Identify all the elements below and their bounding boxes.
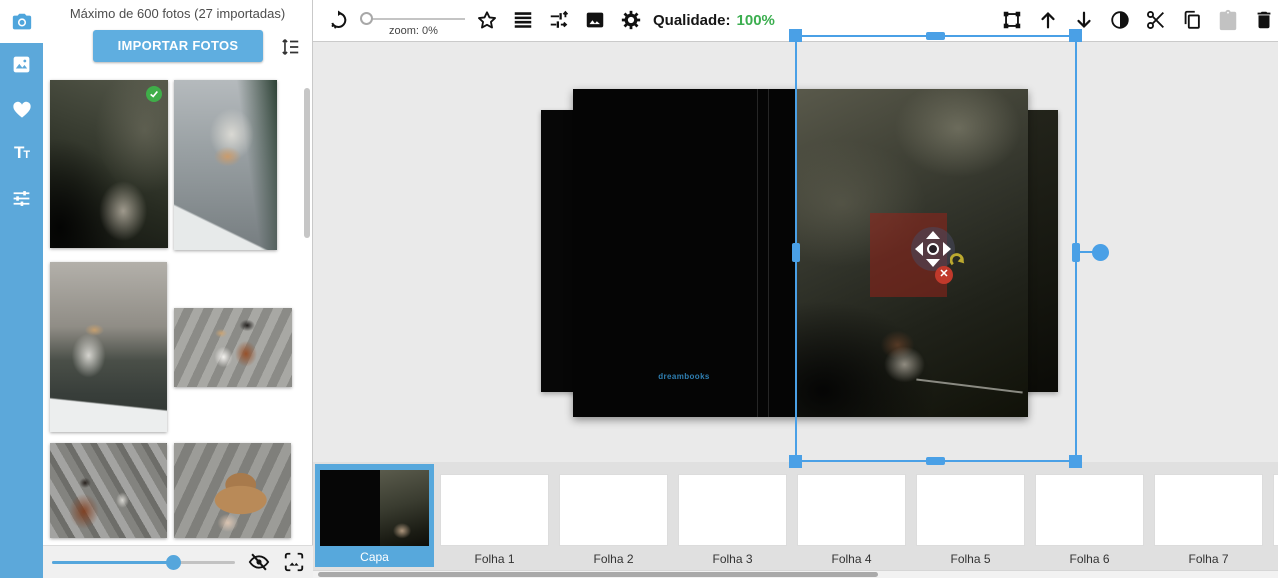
selection-handle-bottom-center[interactable]: [926, 457, 945, 465]
paste-icon[interactable]: [1217, 9, 1239, 31]
page-tile-label[interactable]: Folha 6: [1035, 552, 1144, 566]
selection-rotate-handle[interactable]: [1092, 244, 1109, 261]
quality-label: Qualidade:: [653, 12, 731, 29]
image-icon[interactable]: [584, 9, 606, 31]
sidebar-item-favorites[interactable]: [0, 92, 43, 126]
gear-icon[interactable]: [620, 9, 642, 31]
back-cover-page[interactable]: dreambooks: [573, 89, 795, 417]
library-photo-6[interactable]: [174, 443, 291, 538]
move-up-arrow: [926, 231, 940, 239]
page-tile-folha-2[interactable]: [559, 474, 668, 546]
photo-railing-detail: [916, 379, 1023, 394]
transform-icon[interactable]: [1001, 9, 1023, 31]
photobook-editor: TT Máximo de 600 fotos (27 importadas) I…: [0, 0, 1278, 578]
capa-thumbnail: [320, 470, 429, 546]
arrow-up-icon[interactable]: [1037, 9, 1059, 31]
selection-handle-top-center[interactable]: [926, 32, 945, 40]
menu-icon[interactable]: [512, 9, 534, 31]
adjust-icon: [11, 188, 32, 209]
cut-icon[interactable]: [1145, 9, 1167, 31]
page-tile-folha-6[interactable]: [1035, 474, 1144, 546]
thumbnail-size-slider-fill: [52, 561, 173, 564]
spine-fold-line: [757, 89, 758, 417]
sidebar-item-photos-active[interactable]: [0, 0, 43, 43]
photos-icon: [11, 54, 32, 75]
star-icon[interactable]: [476, 9, 498, 31]
brand-label: dreambooks: [573, 372, 795, 381]
page-tile-label[interactable]: Folha 5: [916, 552, 1025, 566]
sidebar-item-adjust[interactable]: [0, 181, 43, 215]
library-photo-2[interactable]: [174, 80, 277, 250]
page-tile-folha-4[interactable]: [797, 474, 906, 546]
thumbnail-size-slider[interactable]: [52, 561, 235, 564]
sidebar-item-gallery[interactable]: [0, 47, 43, 81]
editor-main: zoom: 0% Qualidade: 100%: [313, 0, 1278, 578]
page-tile-partial[interactable]: [1273, 474, 1278, 546]
move-left-arrow: [915, 242, 923, 256]
contrast-icon[interactable]: [1109, 9, 1131, 31]
page-tile-label[interactable]: Folha 4: [797, 552, 906, 566]
library-count-label: Máximo de 600 fotos (27 importadas): [43, 6, 312, 21]
sort-icon[interactable]: [279, 36, 301, 58]
selection-handle-top-right[interactable]: [1069, 29, 1082, 42]
move-center-dot: [927, 243, 939, 255]
spine-fold-line: [768, 89, 769, 417]
zoom-slider-knob[interactable]: [360, 12, 373, 25]
page-tile-label: Capa: [315, 550, 434, 564]
page-tile-folha-1[interactable]: [440, 474, 549, 546]
filmstrip-scrollbar[interactable]: [313, 570, 1278, 578]
heart-icon: [11, 99, 33, 119]
selection-handle-top-left[interactable]: [789, 29, 802, 42]
zoom-slider[interactable]: [362, 18, 465, 20]
library-photo-3[interactable]: [50, 262, 167, 432]
check-icon: [146, 86, 162, 102]
selection-handle-bottom-right[interactable]: [1069, 455, 1082, 468]
rotate-photo-icon[interactable]: [950, 253, 965, 268]
quality-indicator: Qualidade: 100%: [653, 12, 775, 29]
library-photo-1[interactable]: [50, 80, 168, 248]
library-footer: [43, 545, 313, 578]
page-tile-label[interactable]: Folha 2: [559, 552, 668, 566]
frame-photo-icon[interactable]: [283, 551, 305, 573]
camera-icon: [11, 11, 33, 33]
photo-library-panel: Máximo de 600 fotos (27 importadas) IMPO…: [43, 0, 313, 578]
cover-bleed-photo: [1028, 110, 1058, 392]
page-tile-folha-3[interactable]: [678, 474, 787, 546]
filmstrip-scrollbar-thumb[interactable]: [318, 572, 878, 577]
trash-icon[interactable]: [1253, 9, 1275, 31]
sidebar-item-text[interactable]: TT: [0, 136, 43, 170]
selection-handle-middle-left[interactable]: [792, 243, 800, 262]
library-scrollbar[interactable]: [304, 88, 310, 238]
delete-photo-icon[interactable]: ✕: [935, 266, 953, 284]
page-tile-label[interactable]: Folha 7: [1154, 552, 1263, 566]
text-icon: TT: [14, 143, 29, 163]
page-filmstrip: Capa Folha 1 Folha 2 Folha 3 Folha 4 Fol…: [313, 462, 1278, 570]
selection-handle-bottom-left[interactable]: [789, 455, 802, 468]
page-tile-label[interactable]: Folha 3: [678, 552, 787, 566]
import-photos-button[interactable]: IMPORTAR FOTOS: [93, 30, 263, 62]
library-photo-5[interactable]: [50, 443, 167, 538]
sidebar: TT: [0, 0, 43, 578]
thumbnail-size-slider-knob[interactable]: [166, 555, 181, 570]
page-tile-capa[interactable]: Capa: [315, 464, 434, 567]
capa-thumb-back: [320, 470, 380, 546]
move-pad-icon[interactable]: [911, 227, 955, 271]
capa-thumb-photo: [380, 470, 429, 546]
quality-value: 100%: [737, 12, 775, 29]
arrow-down-icon[interactable]: [1073, 9, 1095, 31]
page-tile-folha-7[interactable]: [1154, 474, 1263, 546]
zoom-value-label: zoom: 0%: [362, 25, 465, 37]
move-down-arrow: [926, 259, 940, 267]
copy-icon[interactable]: [1181, 9, 1203, 31]
rotate-icon[interactable]: [327, 9, 349, 31]
library-photo-4[interactable]: [174, 308, 292, 387]
layout-adjust-icon[interactable]: [548, 9, 570, 31]
page-tile-label[interactable]: Folha 1: [440, 552, 549, 566]
hide-used-icon[interactable]: [248, 551, 270, 573]
page-tile-folha-5[interactable]: [916, 474, 1025, 546]
